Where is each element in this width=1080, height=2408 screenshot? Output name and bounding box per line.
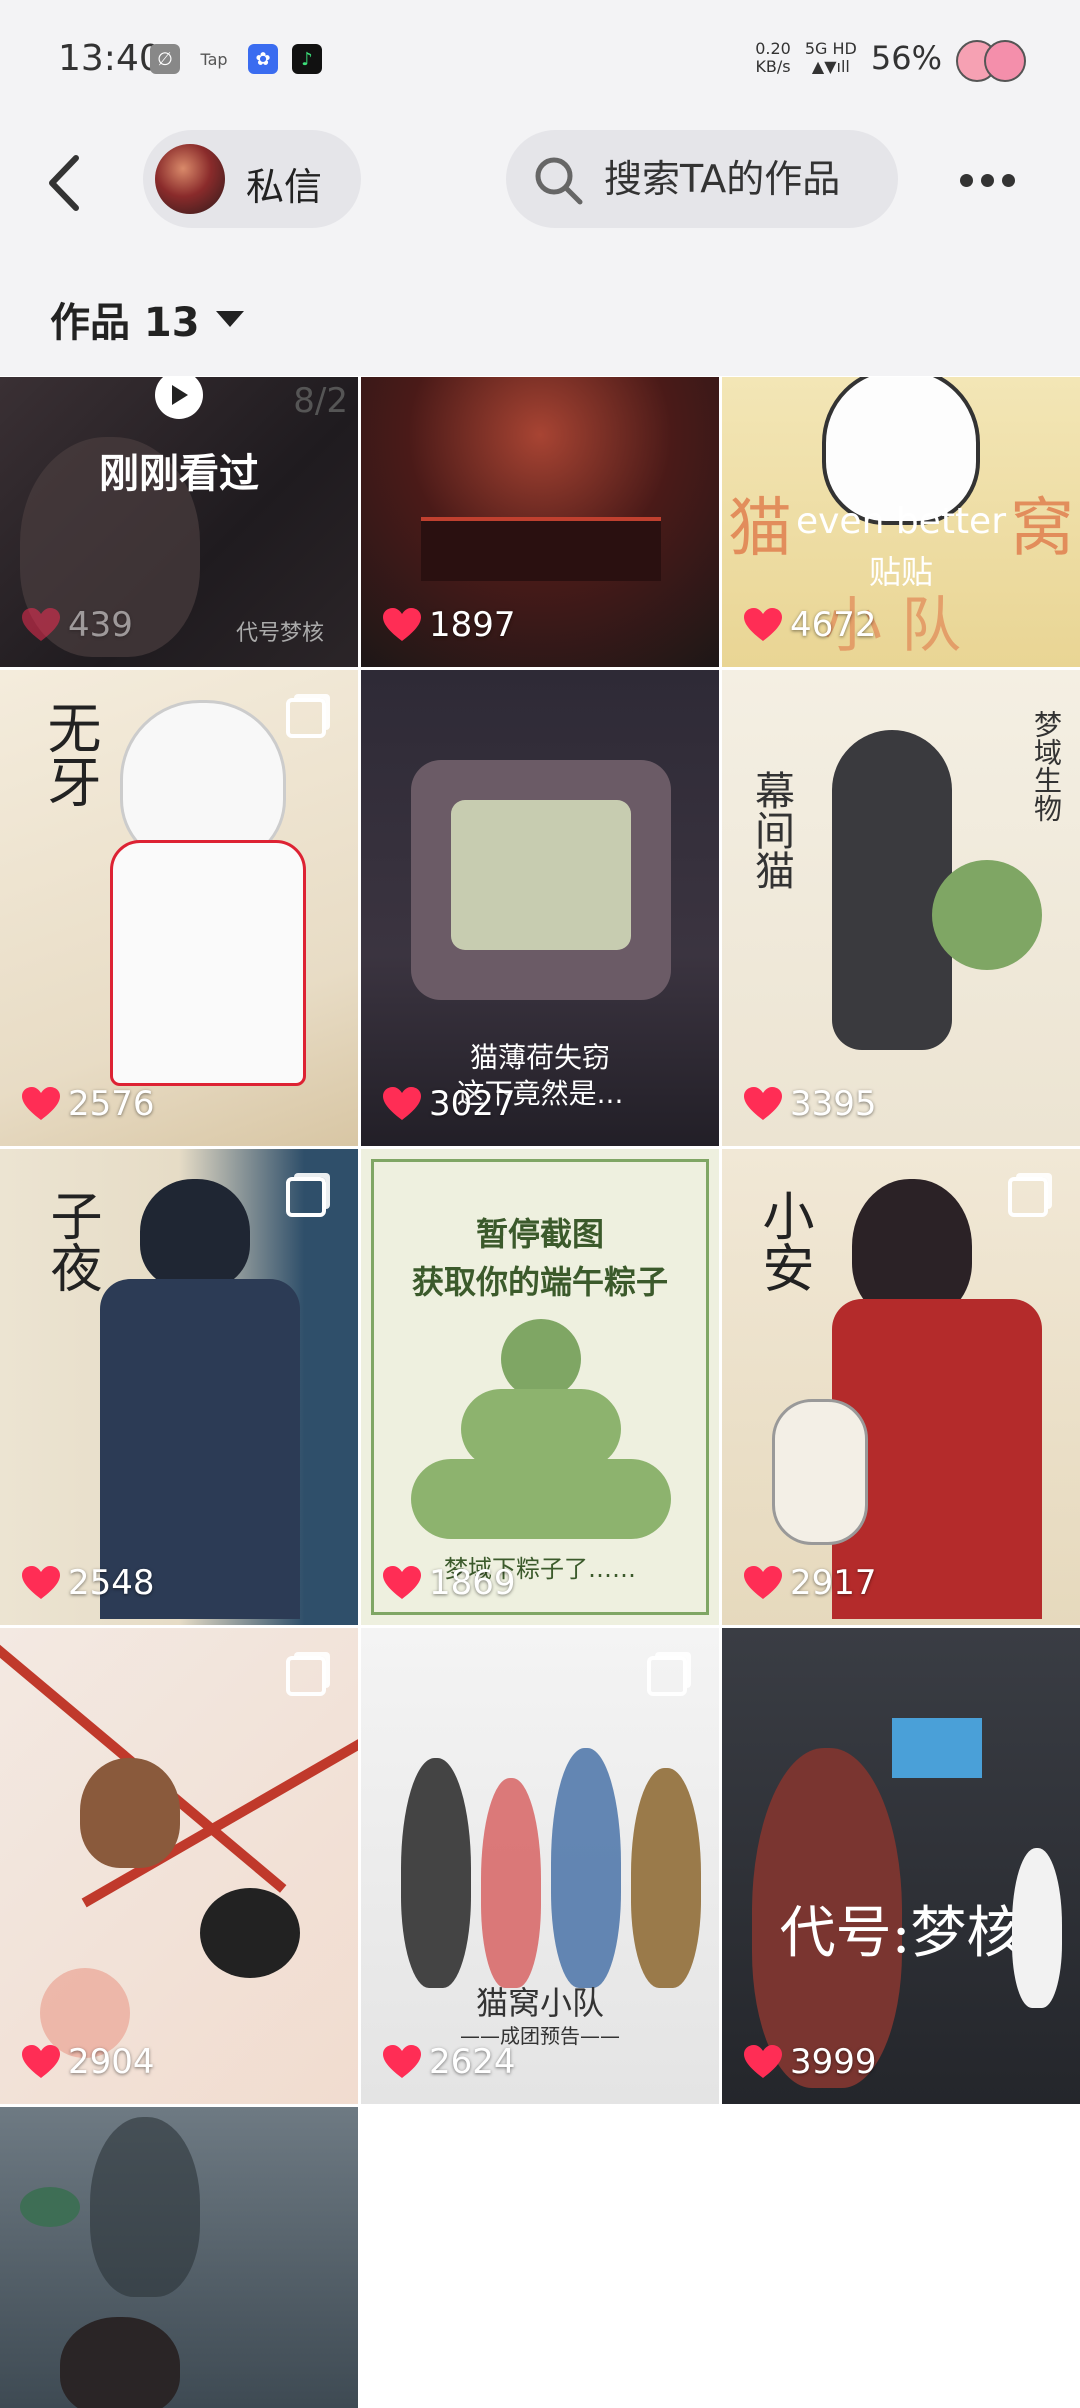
profile-header: 私信	[0, 100, 1080, 260]
status-time: 13:40	[58, 38, 162, 79]
work-tile[interactable]: 代号:梦核 3999	[722, 1628, 1080, 2104]
search-box[interactable]	[506, 130, 898, 228]
multi-image-icon	[286, 1656, 326, 1696]
work-tile[interactable]: 8/2 刚刚看过 代号梦核 439	[0, 377, 358, 667]
like-count: 1869	[383, 1563, 516, 1603]
heart-icon	[744, 1566, 782, 1599]
like-count: 1897	[383, 605, 516, 645]
work-tile[interactable]: 小安 2917	[722, 1149, 1080, 1625]
heart-icon	[22, 2045, 60, 2078]
like-count: 2904	[22, 2042, 155, 2082]
like-count: 3999	[744, 2042, 877, 2082]
battery-icon	[956, 36, 1026, 82]
multi-image-icon	[286, 1177, 326, 1217]
multi-image-icon	[286, 698, 326, 738]
heart-icon	[383, 1566, 421, 1599]
like-count: 4672	[744, 605, 877, 645]
heart-icon	[22, 1087, 60, 1120]
signal-indicator: 5G HD ▲▼ıll	[804, 39, 857, 76]
work-tile[interactable]: 猫 窝 小 队 even better 贴贴 4672	[722, 377, 1080, 667]
play-icon	[155, 377, 203, 419]
heart-icon	[22, 1566, 60, 1599]
multi-image-icon	[647, 1656, 687, 1696]
tap-icon: Tap	[200, 49, 228, 69]
work-tile[interactable]: 1897	[361, 377, 719, 667]
work-tile[interactable]	[0, 2107, 358, 2408]
search-input[interactable]	[602, 148, 886, 210]
heart-icon	[744, 1087, 782, 1120]
heart-icon	[744, 608, 782, 641]
heart-icon	[744, 2045, 782, 2078]
multi-image-icon	[1008, 1177, 1048, 1217]
direct-message-label: 私信	[246, 165, 323, 209]
work-tile[interactable]: 2904	[0, 1628, 358, 2104]
status-bar: 13:40 ∅ Tap ✿ ♪ 0.20 KB/s 5G HD ▲▼ıll 56…	[0, 0, 1080, 100]
like-count: 2548	[22, 1563, 155, 1603]
like-count: 3395	[744, 1084, 877, 1124]
works-dropdown[interactable]: 作品 13	[50, 290, 244, 348]
like-count: 3027	[383, 1084, 516, 1124]
work-tile[interactable]: 无牙 2576	[0, 670, 358, 1146]
work-tile[interactable]: 猫薄荷失窃 这下竟然是... 3027	[361, 670, 719, 1146]
network-speed: 0.20 KB/s	[755, 39, 791, 76]
works-tab-bar: 作品 13	[0, 260, 1080, 376]
app-icon: ∅	[150, 44, 180, 74]
heart-icon	[22, 608, 60, 641]
heart-icon	[383, 1087, 421, 1120]
back-icon[interactable]	[40, 148, 90, 218]
work-tile[interactable]: 暂停截图 获取你的端午粽子 梦域下粽子了…… 1869	[361, 1149, 719, 1625]
dropdown-arrow-icon	[215, 311, 244, 327]
avatar	[155, 144, 225, 214]
status-app-icons: ∅ Tap ✿ ♪	[150, 44, 322, 74]
work-tile[interactable]: 子夜 2548	[0, 1149, 358, 1625]
direct-message-button[interactable]: 私信	[143, 130, 361, 228]
app-icon: ✿	[248, 44, 278, 74]
app-icon: ♪	[292, 44, 322, 74]
work-tile[interactable]: 幕间猫 梦域生物 3395	[722, 670, 1080, 1146]
like-count: 2624	[383, 2042, 516, 2082]
more-options-icon[interactable]	[960, 160, 1030, 200]
search-icon	[535, 157, 583, 205]
recently-viewed-label: 刚刚看过	[99, 451, 259, 497]
like-count: 2576	[22, 1084, 155, 1124]
work-tile[interactable]: 猫窝小队 ——成团预告—— 2624	[361, 1628, 719, 2104]
like-count: 2917	[744, 1563, 877, 1603]
heart-icon	[383, 2045, 421, 2078]
works-count-label: 作品 13	[50, 300, 200, 346]
like-count: 439	[22, 605, 133, 645]
heart-icon	[383, 608, 421, 641]
battery-level: 56%	[870, 39, 942, 77]
